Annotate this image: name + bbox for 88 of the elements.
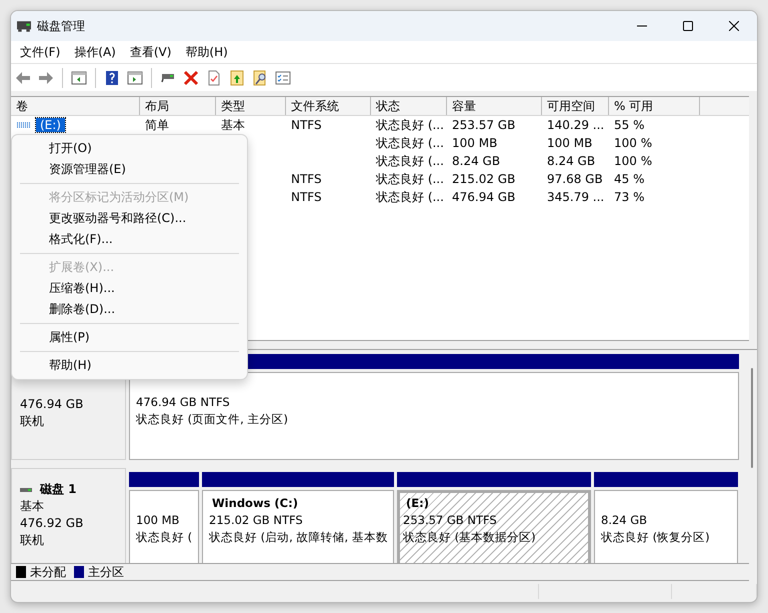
- delete-icon: [183, 70, 199, 86]
- disk-status: 联机: [20, 413, 44, 430]
- disk-status: 联机: [20, 532, 44, 549]
- volume-icon: [16, 122, 32, 128]
- back-arrow-icon: [15, 70, 31, 86]
- table-cell-text: 345.79 ...: [546, 190, 606, 204]
- table-cell-text: 状态良好 (...: [375, 152, 445, 170]
- disk-type: 基本: [20, 498, 44, 515]
- partition-size: 215.02 GB NTFS: [209, 512, 303, 529]
- table-cell-text: 45 %: [613, 172, 646, 186]
- table-cell-text: 73 %: [613, 190, 646, 204]
- partition-status: 状态良好 (: [136, 529, 192, 546]
- table-cell-text: 基本: [220, 116, 246, 134]
- legend-label: 主分区: [88, 564, 124, 580]
- partition-box[interactable]: 476.94 GB NTFS 状态良好 (页面文件, 主分区): [129, 372, 739, 460]
- partition-box[interactable]: (E:) 253.57 GB NTFS 状态良好 (基本数据分区): [397, 490, 591, 563]
- partition-label: (E:): [405, 495, 429, 512]
- partition-box[interactable]: 8.24 GB 状态良好 (恢复分区): [594, 490, 738, 563]
- check-document-icon: [206, 70, 222, 86]
- forward-arrow-icon: [38, 70, 54, 86]
- context-menu-item[interactable]: 属性(P): [12, 327, 247, 348]
- table-cell-text: 55 %: [613, 118, 646, 132]
- table-cell-text: 8.24 GB: [546, 154, 596, 168]
- disk-name: 磁盘 1: [20, 481, 125, 498]
- close-icon: [729, 21, 739, 31]
- table-cell-text: NTFS: [290, 118, 323, 132]
- table-cell-text: 简单: [144, 116, 170, 134]
- menu-item[interactable]: 帮助(H): [178, 44, 235, 60]
- partition-status: 状态良好 (页面文件, 主分区): [136, 411, 288, 428]
- minimize-icon: [637, 25, 647, 27]
- partition-box[interactable]: Windows (C:) 215.02 GB NTFS 状态良好 (启动, 故障转储, 基本数: [202, 490, 394, 563]
- partition-bar: [129, 472, 199, 487]
- table-cell-text: 100 %: [613, 154, 654, 168]
- table-cell-text: 215.02 GB: [451, 172, 516, 186]
- scrollbar-thumb[interactable]: [751, 368, 753, 468]
- column-header[interactable]: 布局: [140, 97, 216, 115]
- table-cell-text: 状态良好 (...: [375, 170, 445, 188]
- partition-size: 100 MB: [136, 512, 180, 529]
- column-header[interactable]: 卷: [11, 97, 140, 115]
- folder-search-icon: [252, 70, 268, 86]
- table-cell-text: 476.94 GB: [451, 190, 516, 204]
- menu-item[interactable]: 文件(F): [13, 44, 68, 60]
- table-cell-text: 253.57 GB: [451, 118, 516, 132]
- partition-status: 状态良好 (恢复分区): [601, 529, 710, 546]
- column-header[interactable]: 状态: [371, 97, 447, 115]
- table-cell-text: 140.29 ...: [546, 118, 606, 132]
- partition-status: 状态良好 (启动, 故障转储, 基本数: [209, 529, 388, 546]
- maximize-icon: [683, 21, 693, 31]
- table-cell-text: 100 MB: [546, 136, 594, 150]
- column-header[interactable]: % 可用: [609, 97, 700, 115]
- partition-status: 状态良好 (基本数据分区): [403, 529, 536, 546]
- context-menu-item[interactable]: 删除卷(D)...: [12, 299, 247, 320]
- column-header[interactable]: 可用空间: [542, 97, 609, 115]
- help-icon: [104, 70, 120, 86]
- context-menu-item[interactable]: 更改驱动器号和路径(C)...: [12, 208, 247, 229]
- panel-icon: [71, 70, 87, 86]
- column-header[interactable]: 类型: [216, 97, 286, 115]
- partition-size: 476.94 GB NTFS: [136, 394, 230, 411]
- partition-box[interactable]: 100 MB 状态良好 (: [129, 490, 199, 563]
- table-cell-text: 状态良好 (...: [375, 188, 445, 206]
- table-cell-text: 状态良好 (...: [375, 116, 445, 134]
- table-cell-text: 状态良好 (...: [375, 134, 445, 152]
- context-menu-item[interactable]: 打开(O): [12, 138, 247, 159]
- context-menu-item[interactable]: 压缩卷(H)...: [12, 278, 247, 299]
- table-cell-text: 8.24 GB: [451, 154, 502, 168]
- column-header[interactable]: 容量: [447, 97, 542, 115]
- drive-icon: [17, 20, 31, 32]
- drive-icon: [161, 72, 175, 82]
- partition-size: 253.57 GB NTFS: [403, 512, 497, 529]
- checklist-icon: [275, 70, 291, 86]
- table-cell-text: NTFS: [290, 172, 323, 186]
- table-cell-text: NTFS: [290, 190, 323, 204]
- context-menu-item[interactable]: 格式化(F)...: [12, 229, 247, 250]
- disk-size: 476.92 GB: [20, 515, 84, 532]
- column-header[interactable]: 文件系统: [286, 97, 371, 115]
- table-cell-text: 100 MB: [451, 136, 498, 150]
- window-title: 磁盘管理: [37, 18, 85, 34]
- legend-label: 未分配: [30, 564, 66, 580]
- partition-label: Windows (C:): [211, 495, 298, 512]
- table-cell-text: 97.68 GB: [546, 172, 604, 186]
- table-cell-text: 100 %: [613, 136, 654, 150]
- menu-item[interactable]: 查看(V): [122, 44, 178, 60]
- panel-icon: [127, 70, 143, 86]
- partition-size: 8.24 GB: [601, 512, 648, 529]
- context-menu-item[interactable]: 资源管理器(E): [12, 159, 247, 180]
- menu-item[interactable]: 操作(A): [67, 44, 123, 60]
- disk-size: 476.94 GB: [20, 396, 84, 413]
- volume-cell[interactable]: (E:): [36, 118, 65, 132]
